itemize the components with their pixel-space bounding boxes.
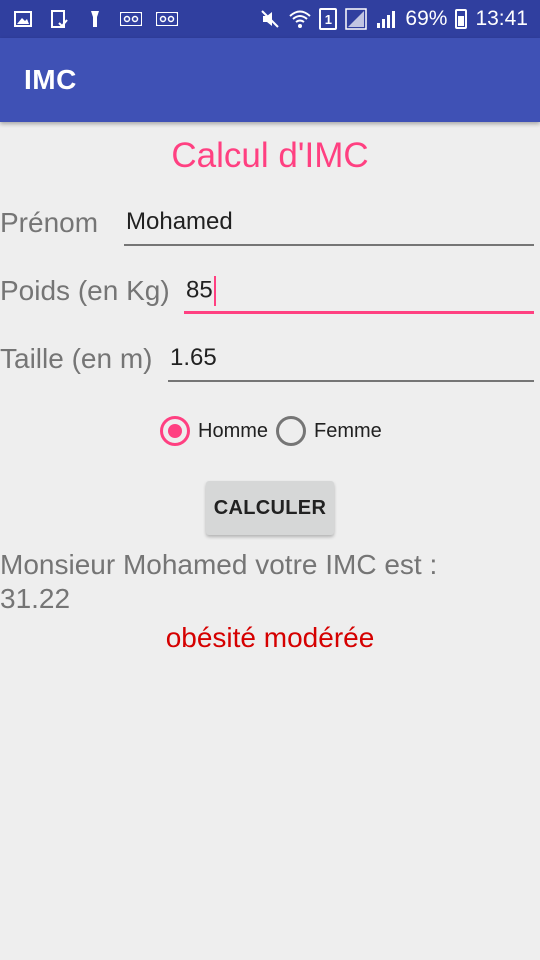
app-title: IMC <box>24 64 77 95</box>
signal-bars-icon <box>375 8 397 30</box>
prenom-label: Prénom <box>0 207 99 238</box>
page-title: Calcul d'IMC <box>171 136 369 175</box>
prenom-field[interactable]: Mohamed <box>124 202 534 246</box>
radio-homme-label: Homme <box>198 419 269 442</box>
mute-icon <box>259 8 281 30</box>
prenom-value: Mohamed <box>126 208 233 235</box>
taille-label: Taille (en m) <box>0 343 153 374</box>
gender-radio-group: Homme Femme <box>160 416 390 446</box>
radio-unchecked-icon <box>276 416 307 446</box>
poids-value: 85 <box>186 276 213 304</box>
result-imc-value: 31.22 <box>0 583 71 614</box>
battery-percent: 69% <box>405 7 448 30</box>
battery-icon <box>455 9 468 29</box>
taille-value: 1.65 <box>170 344 217 371</box>
clock: 13:41 <box>475 7 528 30</box>
voicemail-icon <box>156 8 178 30</box>
text-cursor <box>213 276 216 306</box>
flashlight-icon <box>84 8 106 30</box>
poids-field[interactable]: 85 <box>184 270 534 314</box>
radio-femme[interactable]: Femme <box>276 416 382 446</box>
radio-femme-label: Femme <box>314 419 382 442</box>
result-line-1: Monsieur Mohamed votre IMC est : <box>0 549 438 580</box>
taille-field[interactable]: 1.65 <box>168 338 534 382</box>
voicemail-icon <box>120 8 142 30</box>
download-icon <box>48 8 70 30</box>
radio-homme[interactable]: Homme <box>160 416 268 446</box>
app-bar: IMC <box>0 38 540 122</box>
status-bar: 1 69% 13:41 <box>0 0 540 38</box>
status-bar-notifications <box>12 0 178 38</box>
calculer-button[interactable]: CALCULER <box>206 481 334 535</box>
sim-icon: 1 <box>319 8 338 30</box>
imc-category: obésité modérée <box>165 622 375 653</box>
poids-label: Poids (en Kg) <box>0 275 170 306</box>
radio-checked-icon <box>160 416 190 446</box>
image-icon <box>12 8 34 30</box>
signal-icon <box>345 8 368 30</box>
result-text: Monsieur Mohamed votre IMC est : 31.22 <box>0 548 540 616</box>
wifi-icon <box>289 8 312 30</box>
status-bar-system: 1 69% 13:41 <box>259 0 528 38</box>
